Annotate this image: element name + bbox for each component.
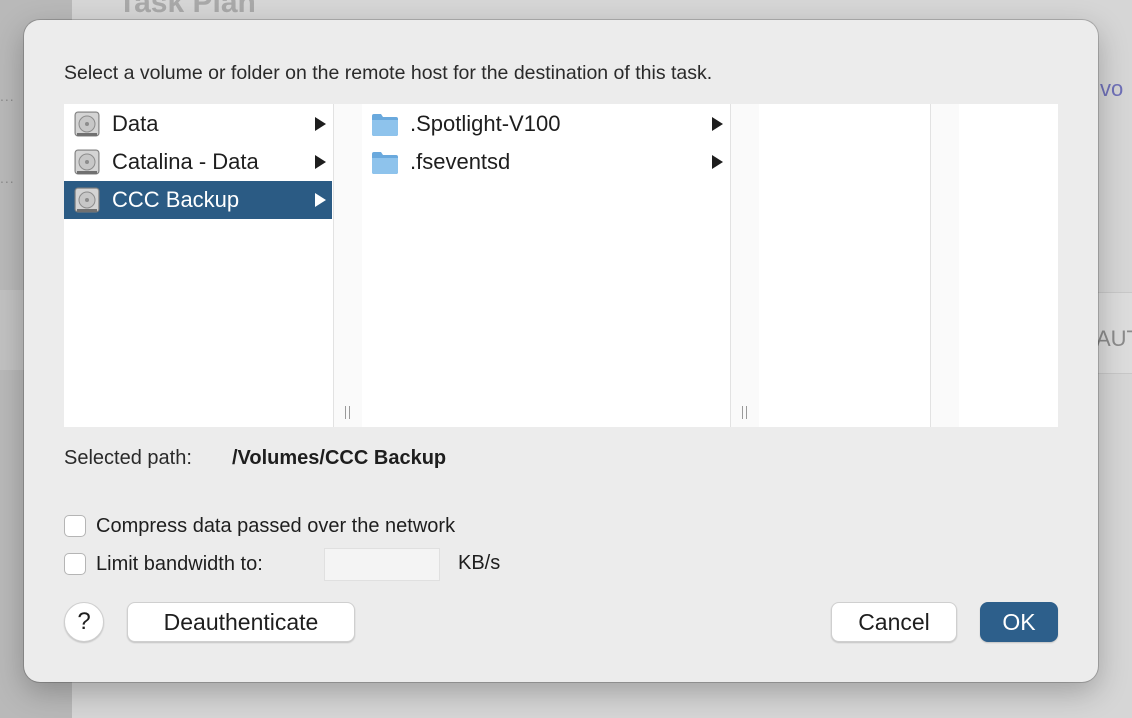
column-browser: Data Catalina - Data CCC Backup .Spotlig…	[64, 104, 1058, 427]
browser-item-label: CCC Backup	[112, 187, 240, 212]
background-title: Task Plan	[118, 0, 256, 19]
destination-sheet: Select a volume or folder on the remote …	[24, 20, 1098, 682]
disclosure-arrow-icon	[712, 117, 723, 131]
browser-column-empty	[959, 104, 1058, 427]
hard-drive-icon	[74, 111, 100, 137]
deauthenticate-button[interactable]: Deauthenticate	[127, 602, 355, 642]
disclosure-arrow-icon	[315, 117, 326, 131]
column-resize-handle[interactable]	[333, 104, 363, 427]
background-dots: ...	[0, 170, 15, 186]
compress-label: Compress data passed over the network	[96, 514, 456, 537]
dialog-prompt: Select a volume or folder on the remote …	[64, 62, 713, 84]
browser-item-label: .Spotlight-V100	[410, 111, 561, 136]
hard-drive-icon	[74, 149, 100, 175]
column-resize-handle[interactable]	[730, 104, 760, 427]
browser-item-spotlight[interactable]: .Spotlight-V100	[362, 105, 729, 143]
folder-icon	[372, 114, 398, 136]
browser-item-catalina-data[interactable]: Catalina - Data	[64, 143, 332, 181]
limit-bandwidth-label: Limit bandwidth to:	[96, 552, 263, 575]
browser-item-label: Catalina - Data	[112, 149, 259, 174]
selected-path-label: Selected path:	[64, 447, 192, 469]
browser-item-fseventsd[interactable]: .fseventsd	[362, 143, 729, 181]
resize-grip-icon	[741, 406, 749, 419]
hard-drive-icon	[74, 187, 100, 213]
disclosure-arrow-icon	[315, 193, 326, 207]
browser-column-volumes: Data Catalina - Data CCC Backup	[64, 104, 332, 427]
disclosure-arrow-icon	[315, 155, 326, 169]
resize-grip-icon	[344, 406, 352, 419]
disclosure-arrow-icon	[712, 155, 723, 169]
compress-option: Compress data passed over the network	[64, 512, 455, 540]
column-resize-handle[interactable]	[930, 104, 960, 427]
browser-column-folders: .Spotlight-V100 .fseventsd	[362, 104, 729, 427]
folder-icon	[372, 152, 398, 174]
limit-bandwidth-option: Limit bandwidth to:	[64, 550, 263, 578]
bandwidth-unit: KB/s	[458, 552, 501, 574]
compress-checkbox[interactable]	[64, 515, 86, 537]
ok-button[interactable]: OK	[980, 602, 1058, 642]
browser-item-label: Data	[112, 111, 159, 136]
background-right-text: vo	[1100, 76, 1124, 101]
limit-bandwidth-checkbox[interactable]	[64, 553, 86, 575]
cancel-button[interactable]: Cancel	[831, 602, 957, 642]
bandwidth-input[interactable]	[324, 548, 440, 581]
browser-item-ccc-backup[interactable]: CCC Backup	[64, 181, 332, 219]
browser-column-empty	[759, 104, 929, 427]
selected-path-value: /Volumes/CCC Backup	[232, 447, 447, 469]
background-right-label: AUT	[1096, 326, 1132, 351]
help-button[interactable]: ?	[64, 602, 104, 642]
browser-item-data[interactable]: Data	[64, 105, 332, 143]
browser-item-label: .fseventsd	[410, 149, 511, 174]
background-dots: ...	[0, 88, 15, 104]
